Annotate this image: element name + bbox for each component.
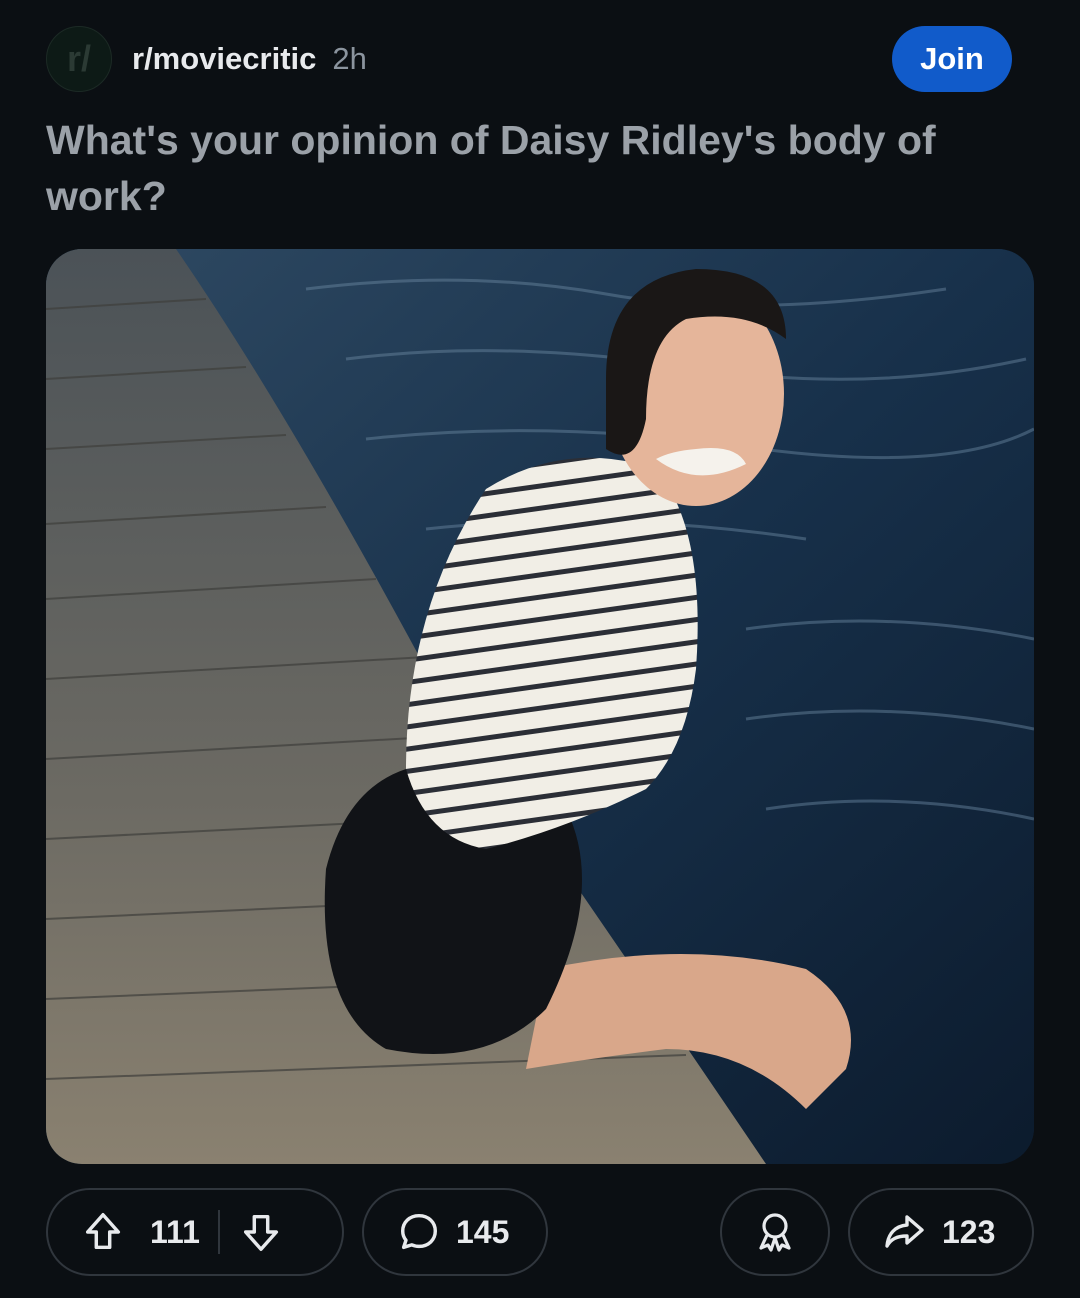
- arrow-up-icon[interactable]: [80, 1209, 126, 1255]
- comment-count: 145: [456, 1213, 510, 1250]
- post-title[interactable]: What's your opinion of Daisy Ridley's bo…: [46, 112, 1006, 224]
- arrow-down-icon[interactable]: [238, 1209, 284, 1255]
- share-count: 123: [942, 1213, 996, 1250]
- post-actions: 111 145 123: [46, 1188, 1034, 1280]
- post-header: r/ r/moviecritic 2h Join: [46, 24, 1012, 94]
- subreddit-name[interactable]: r/moviecritic: [132, 41, 316, 77]
- post-image[interactable]: [46, 249, 1034, 1164]
- join-button[interactable]: Join: [892, 26, 1012, 92]
- vote-bar: 111: [46, 1188, 344, 1276]
- share-arrow-icon: [880, 1208, 928, 1256]
- award-icon: [751, 1208, 799, 1256]
- vote-divider: [217, 1210, 220, 1254]
- photo-placeholder: [46, 249, 1034, 1164]
- post-time: 2h: [332, 41, 367, 76]
- comment-bubble-icon: [396, 1209, 442, 1255]
- upvote-count: 111: [150, 1213, 200, 1250]
- comments-button[interactable]: 145: [362, 1188, 548, 1276]
- subreddit-avatar[interactable]: r/: [46, 26, 112, 92]
- award-button[interactable]: [720, 1188, 830, 1276]
- share-button[interactable]: 123: [848, 1188, 1034, 1276]
